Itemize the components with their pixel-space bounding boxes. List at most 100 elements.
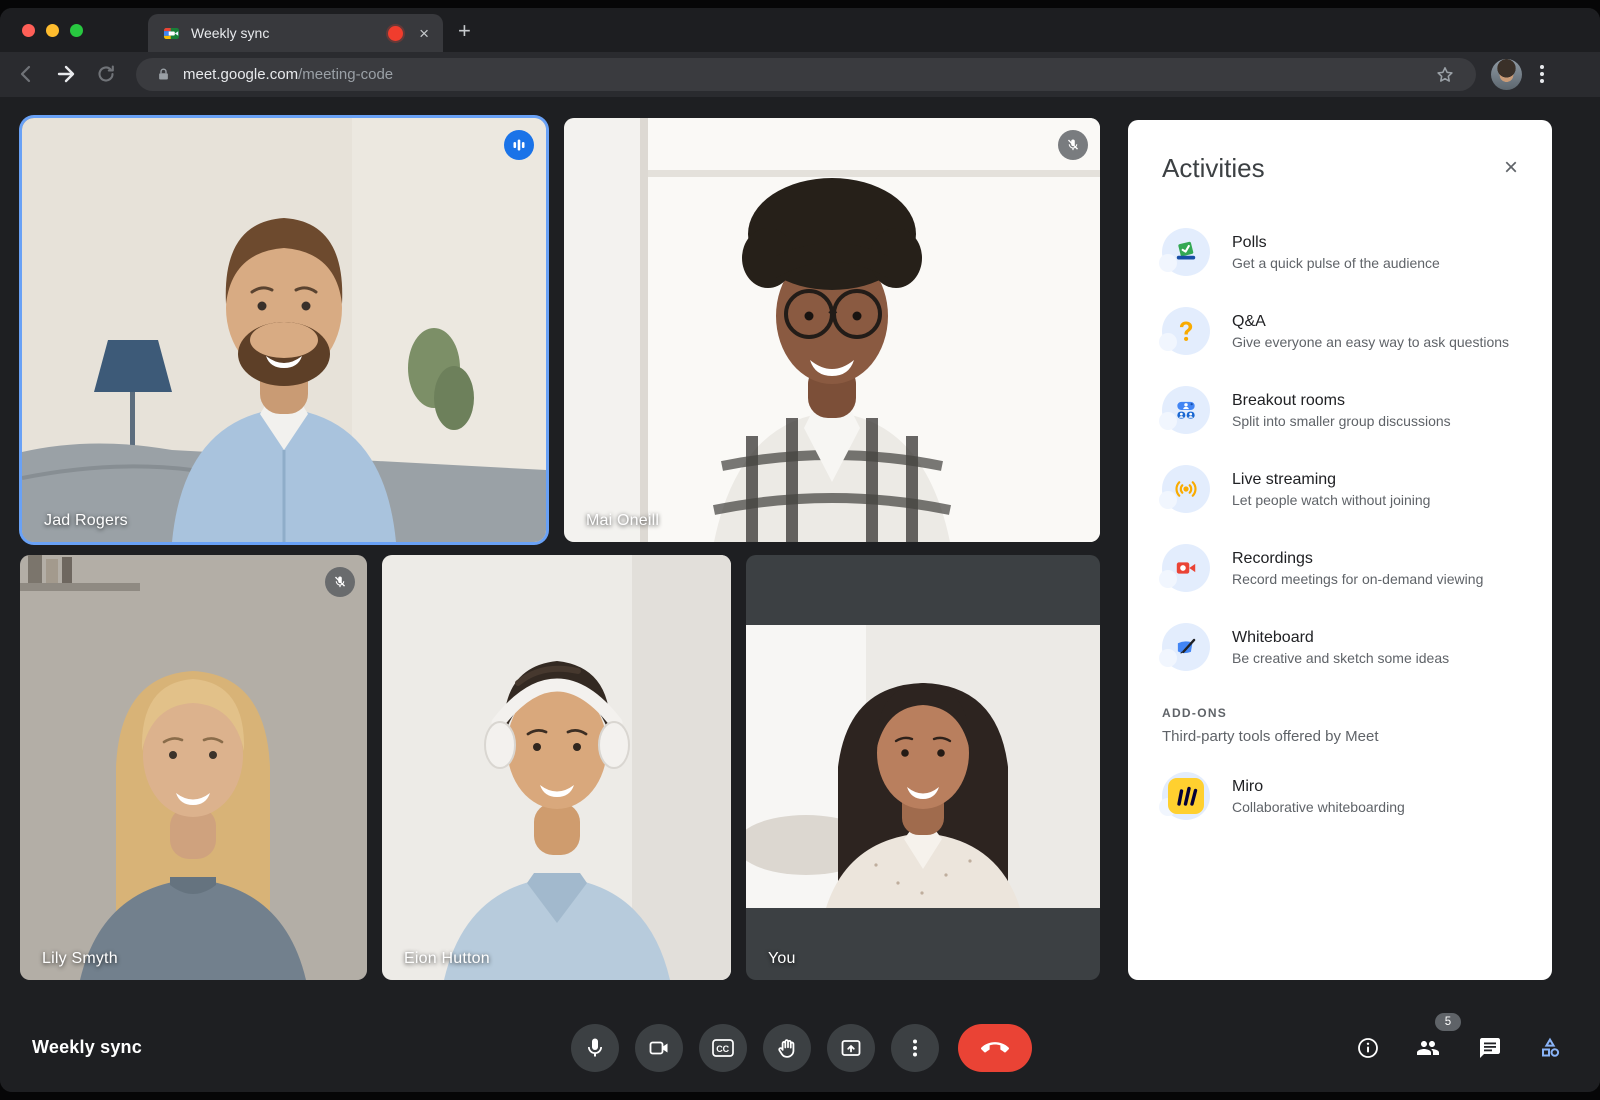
video-tile-lily-smyth[interactable]: Lily Smyth	[20, 555, 367, 980]
activity-description: Be creative and sketch some ideas	[1232, 649, 1450, 666]
browser-toolbar: meet.google.com/meeting-code	[0, 52, 1600, 97]
captions-icon: CC	[712, 1039, 734, 1057]
captions-button[interactable]: CC	[699, 1024, 747, 1072]
url-path: /meeting-code	[298, 66, 394, 83]
activity-description: Let people watch without joining	[1232, 491, 1431, 508]
more-options-icon	[913, 1039, 917, 1057]
activity-name: Whiteboard	[1232, 628, 1314, 646]
muted-mic-icon	[1058, 130, 1088, 160]
activities-shapes-icon	[1542, 1037, 1560, 1057]
chat-button[interactable]	[1478, 1036, 1502, 1060]
info-icon	[1358, 1038, 1378, 1058]
meeting-title: Weekly sync	[32, 1037, 142, 1057]
meeting-stage: Jad Rogers Mai Oneill Lily Smyth Eion Hu…	[0, 97, 1600, 1092]
microphone-icon	[588, 1038, 602, 1057]
activity-item-live-streaming[interactable]: Live streaming Let people watch without …	[1159, 465, 1518, 513]
meeting-details-button[interactable]	[1356, 1036, 1380, 1060]
participants-icon	[1417, 1041, 1439, 1055]
addon-description: Collaborative whiteboarding	[1232, 798, 1405, 815]
lily-smyth-video	[20, 555, 367, 980]
recordings-icon	[1159, 544, 1210, 592]
activity-name: Polls	[1232, 233, 1267, 251]
live-streaming-icon	[1159, 465, 1210, 513]
participant-name: Lily Smyth	[42, 950, 118, 967]
activities-panel-title: Activities	[1162, 152, 1265, 183]
activity-name: Live streaming	[1232, 470, 1337, 488]
svg-text:CC: CC	[716, 1044, 729, 1054]
end-call-button[interactable]	[958, 1024, 1032, 1072]
forward-icon[interactable]	[54, 62, 78, 86]
jad-rogers-video	[22, 118, 546, 542]
tab-title: Weekly sync	[191, 25, 270, 41]
reload-icon[interactable]	[94, 62, 118, 86]
more-options-button[interactable]	[891, 1024, 939, 1072]
activity-name: Breakout rooms	[1232, 391, 1345, 409]
participant-name: Jad Rogers	[44, 512, 128, 529]
lock-icon	[159, 68, 168, 80]
activity-description: Record meetings for on-demand viewing	[1232, 570, 1484, 587]
eion-hutton-video	[382, 555, 731, 980]
participants-count-badge: 5	[1435, 1013, 1461, 1031]
mac-close-button[interactable]	[22, 24, 35, 37]
raise-hand-button[interactable]	[763, 1024, 811, 1072]
muted-mic-icon	[325, 567, 355, 597]
you-video	[746, 625, 1100, 908]
polls-icon	[1159, 228, 1210, 276]
activity-name: Q&A	[1232, 312, 1266, 330]
activity-item-recordings[interactable]: Recordings Record meetings for on-demand…	[1159, 544, 1518, 592]
camera-icon	[649, 1041, 668, 1055]
raise-hand-icon	[777, 1038, 794, 1058]
activity-item-whiteboard[interactable]: Whiteboard Be creative and sketch some i…	[1159, 623, 1518, 671]
google-meet-favicon-icon	[163, 27, 180, 39]
activity-description: Get a quick pulse of the audience	[1232, 254, 1440, 271]
mai-oneill-video	[564, 118, 1100, 542]
recording-indicator-icon	[388, 25, 404, 41]
participant-name: Mai Oneill	[586, 512, 660, 529]
back-icon[interactable]	[14, 62, 38, 86]
tab-close-icon[interactable]: ×	[419, 25, 429, 42]
activity-item-breakout-rooms[interactable]: Breakout rooms Split into smaller group …	[1159, 386, 1518, 434]
panel-close-icon[interactable]: ×	[1504, 156, 1518, 180]
browser-menu-icon[interactable]	[1532, 62, 1552, 86]
tab-strip: Weekly sync × +	[0, 8, 1600, 52]
url-domain: meet.google.com	[183, 66, 299, 83]
chat-icon	[1480, 1038, 1500, 1058]
activity-item-polls[interactable]: Polls Get a quick pulse of the audience	[1159, 228, 1518, 276]
addons-section-label: ADD-ONS	[1162, 706, 1228, 720]
browser-window: Weekly sync × + meet.google.com/meeting-…	[0, 8, 1600, 1092]
mac-minimize-button[interactable]	[46, 24, 59, 37]
activities-button[interactable]	[1538, 1036, 1562, 1060]
mac-zoom-button[interactable]	[70, 24, 83, 37]
video-tile-mai-oneill[interactable]: Mai Oneill	[564, 118, 1100, 542]
participants-button[interactable]	[1416, 1036, 1440, 1060]
browser-tab[interactable]: Weekly sync ×	[148, 14, 443, 52]
addon-item-miro[interactable]: Miro Collaborative whiteboarding	[1159, 772, 1518, 820]
breakout-rooms-icon	[1159, 386, 1210, 434]
participant-name: You	[768, 950, 796, 967]
profile-avatar[interactable]	[1491, 59, 1522, 90]
end-call-icon	[981, 1042, 1009, 1053]
video-tile-eion-hutton[interactable]: Eion Hutton	[382, 555, 731, 980]
new-tab-button[interactable]: +	[458, 20, 471, 42]
miro-icon	[1159, 772, 1210, 820]
video-tile-jad-rogers[interactable]: Jad Rogers	[22, 118, 546, 542]
url-text: meet.google.com/meeting-code	[183, 66, 1434, 83]
activity-name: Recordings	[1232, 549, 1313, 567]
video-tile-you[interactable]: You	[746, 555, 1100, 980]
activity-description: Give everyone an easy way to ask questio…	[1232, 333, 1510, 350]
addons-subtitle: Third-party tools offered by Meet	[1162, 728, 1379, 745]
activities-panel: Activities × Polls Get a quick pulse of …	[1128, 120, 1552, 980]
speaking-indicator-icon	[504, 130, 534, 160]
addon-name: Miro	[1232, 777, 1264, 795]
participant-name: Eion Hutton	[404, 950, 490, 967]
address-bar[interactable]: meet.google.com/meeting-code	[136, 58, 1476, 91]
activity-description: Split into smaller group discussions	[1232, 412, 1451, 429]
qa-icon	[1159, 307, 1210, 355]
bookmark-star-icon[interactable]	[1434, 64, 1456, 86]
microphone-button[interactable]	[571, 1024, 619, 1072]
camera-button[interactable]	[635, 1024, 683, 1072]
present-screen-button[interactable]	[827, 1024, 875, 1072]
present-screen-icon	[841, 1040, 861, 1056]
whiteboard-icon	[1159, 623, 1210, 671]
activity-item-qa[interactable]: Q&A Give everyone an easy way to ask que…	[1159, 307, 1518, 355]
